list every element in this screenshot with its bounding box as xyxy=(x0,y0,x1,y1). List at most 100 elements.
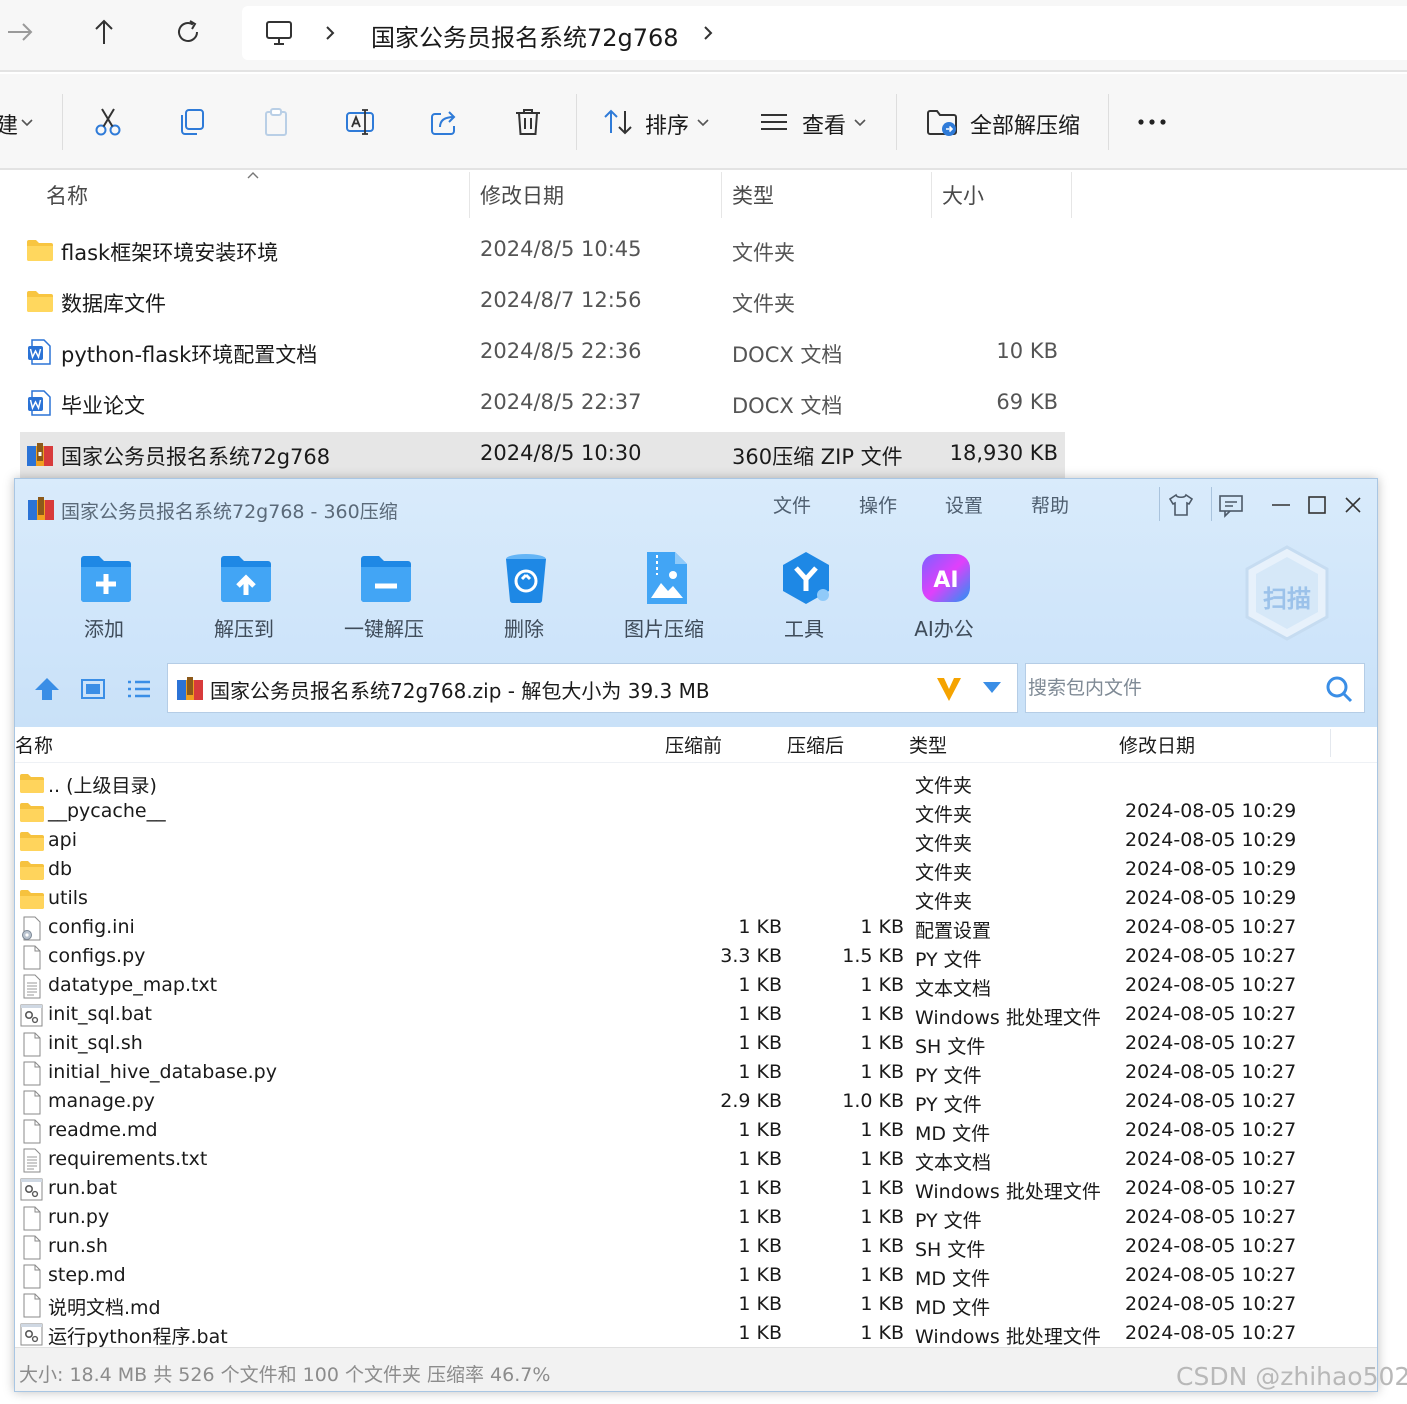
file-row[interactable]: python-flask环境配置文档 2024/8/5 22:36 DOCX 文… xyxy=(20,330,1065,376)
feedback-button[interactable] xyxy=(1213,487,1249,523)
archive-row[interactable]: 运行python程序.bat 1 KB 1 KB Windows 批处理文件 2024-… xyxy=(15,1320,1345,1349)
minimize-button[interactable] xyxy=(1263,487,1299,523)
archive-row[interactable]: init_sql.bat 1 KB 1 KB Windows 批处理文件 2024-08… xyxy=(15,1001,1345,1030)
rename-button[interactable] xyxy=(338,100,382,144)
archive-row-type: 文本文档 xyxy=(915,1152,992,1174)
column-divider[interactable] xyxy=(931,172,932,218)
file-row[interactable]: flask框架环境安装环境 2024/8/5 10:45 文件夹 xyxy=(20,228,1065,274)
thumbnail-view-button[interactable] xyxy=(79,675,107,703)
trash-icon xyxy=(516,109,540,135)
archive-row-after: 1 KB xyxy=(860,1177,904,1199)
column-divider[interactable] xyxy=(1071,172,1072,218)
archive-row[interactable]: initial_hive_database.py 1 KB 1 KB PY 文件 202… xyxy=(15,1059,1345,1088)
forward-button[interactable] xyxy=(0,12,40,52)
up-button[interactable] xyxy=(84,12,124,52)
column-divider[interactable] xyxy=(721,172,722,218)
copy-button[interactable] xyxy=(170,100,214,144)
column-type[interactable]: 类型 xyxy=(909,731,947,761)
paste-button[interactable] xyxy=(254,100,298,144)
column-name[interactable]: 名称 xyxy=(15,731,53,761)
one-click-extract-button[interactable]: 一键解压 xyxy=(324,549,444,649)
share-button[interactable] xyxy=(422,100,466,144)
archive-row[interactable]: readme.md 1 KB 1 KB MD 文件 2024-08-05 10:27 xyxy=(15,1117,1345,1146)
sort-button[interactable]: 排序 xyxy=(645,108,689,140)
menu-operation[interactable]: 操作 xyxy=(859,491,897,518)
archive-row[interactable]: config.ini 1 KB 1 KB 配置设置 2024-08-05 10:27 xyxy=(15,914,1345,943)
archive-row-modified: 2024-08-05 10:27 xyxy=(1125,1264,1297,1286)
folder-icon xyxy=(20,803,44,822)
column-modified[interactable]: 修改日期 xyxy=(1119,731,1195,761)
more-options-button[interactable] xyxy=(1130,100,1174,144)
archive-row[interactable]: configs.py 3.3 KB 1.5 KB PY 文件 2024-08-05 10… xyxy=(15,943,1345,972)
new-button-label[interactable]: 建 xyxy=(0,108,18,140)
view-button[interactable]: 查看 xyxy=(802,108,846,140)
file-row[interactable]: 毕业论文 2024/8/5 22:37 DOCX 文档 69 KB xyxy=(20,381,1065,427)
column-before-size[interactable]: 压缩前 xyxy=(665,731,722,761)
search-input[interactable] xyxy=(1026,664,1316,712)
extract-all-icon-wrap[interactable] xyxy=(920,100,964,144)
extract-all-button[interactable]: 全部解压缩 xyxy=(970,108,1080,140)
file-name: 国家公务员报名系统72g768 xyxy=(61,445,331,469)
archive-row[interactable]: run.bat 1 KB 1 KB Windows 批处理文件 2024-08-05 1… xyxy=(15,1175,1345,1204)
archive-row[interactable]: datatype_map.txt 1 KB 1 KB 文本文档 2024-08-05 1… xyxy=(15,972,1345,1001)
archive-row[interactable]: run.sh 1 KB 1 KB SH 文件 2024-08-05 10:27 xyxy=(15,1233,1345,1262)
scan-button[interactable]: 扫描 xyxy=(1239,543,1335,643)
breadcrumb[interactable]: 国家公务员报名系统72g768 xyxy=(242,6,1407,60)
file-modified: 2024/8/5 10:45 xyxy=(480,237,642,261)
archive-row-after: 1 KB xyxy=(860,1293,904,1315)
delete-button[interactable] xyxy=(506,100,550,144)
archive-row[interactable]: api 文件夹 2024-08-05 10:29 xyxy=(15,827,1345,856)
menu-help[interactable]: 帮助 xyxy=(1031,491,1069,518)
chevron-down-icon[interactable] xyxy=(696,118,710,128)
batch-file-icon xyxy=(20,1004,43,1027)
zip360-header: 国家公务员报名系统72g768 - 360压缩 文件 操作 设置 帮助 添加 解 xyxy=(15,479,1377,727)
column-modified[interactable]: 修改日期 xyxy=(480,172,564,218)
archive-row[interactable]: utils 文件夹 2024-08-05 10:29 xyxy=(15,885,1345,914)
list-view-button[interactable] xyxy=(125,675,153,703)
sort-icon-wrap[interactable] xyxy=(596,100,640,144)
archive-row[interactable]: init_sql.sh 1 KB 1 KB SH 文件 2024-08-05 10:27 xyxy=(15,1030,1345,1059)
file-size: 69 KB xyxy=(996,390,1058,414)
archive-row[interactable]: .. (上级目录) 文件夹 xyxy=(15,769,1345,798)
column-after-size[interactable]: 压缩后 xyxy=(787,731,844,761)
maximize-button[interactable] xyxy=(1299,487,1335,523)
archive-row[interactable]: step.md 1 KB 1 KB MD 文件 2024-08-05 10:27 xyxy=(15,1262,1345,1291)
tools-button[interactable]: 工具 xyxy=(744,549,864,649)
skin-button[interactable] xyxy=(1163,487,1199,523)
remove-button[interactable]: 删除 xyxy=(464,549,584,649)
extract-to-button[interactable]: 解压到 xyxy=(184,549,304,649)
column-divider[interactable] xyxy=(1330,729,1331,757)
refresh-button[interactable] xyxy=(168,12,208,52)
cut-button[interactable] xyxy=(86,100,130,144)
menu-file[interactable]: 文件 xyxy=(773,491,811,518)
image-compress-button[interactable]: 图片压缩 xyxy=(604,549,724,649)
archive-row[interactable]: manage.py 2.9 KB 1.0 KB PY 文件 2024-08-05 10:… xyxy=(15,1088,1345,1117)
column-divider[interactable] xyxy=(469,172,470,218)
ai-office-button[interactable]: AI AI办公 xyxy=(884,549,1004,649)
column-size[interactable]: 大小 xyxy=(942,172,984,218)
add-button[interactable]: 添加 xyxy=(44,549,164,649)
file-row[interactable]: 数据库文件 2024/8/7 12:56 文件夹 xyxy=(20,279,1065,325)
breadcrumb-current[interactable]: 国家公务员报名系统72g768 xyxy=(371,18,679,53)
archive-row[interactable]: __pycache__ 文件夹 2024-08-05 10:29 xyxy=(15,798,1345,827)
menu-settings[interactable]: 设置 xyxy=(945,491,983,518)
column-name[interactable]: 名称 xyxy=(46,172,88,218)
archive-path-bar[interactable]: 国家公务员报名系统72g768.zip - 解包大小为 39.3 MB xyxy=(167,663,1018,713)
archive-row-before: 1 KB xyxy=(738,1177,782,1199)
chevron-down-icon[interactable] xyxy=(20,118,34,128)
archive-row[interactable]: run.py 1 KB 1 KB PY 文件 2024-08-05 10:27 xyxy=(15,1204,1345,1233)
archive-row[interactable]: db 文件夹 2024-08-05 10:29 xyxy=(15,856,1345,885)
chevron-right-icon[interactable] xyxy=(700,24,716,42)
column-type[interactable]: 类型 xyxy=(732,172,774,218)
close-button[interactable] xyxy=(1335,487,1371,523)
dropdown-arrow-icon[interactable] xyxy=(982,681,1002,695)
archive-search-box[interactable] xyxy=(1025,663,1365,713)
chevron-down-icon[interactable] xyxy=(853,118,867,128)
archive-row[interactable]: requirements.txt 1 KB 1 KB 文本文档 2024-08-05 1… xyxy=(15,1146,1345,1175)
up-folder-button[interactable] xyxy=(33,675,61,703)
view-icon-wrap[interactable] xyxy=(752,100,796,144)
file-row-selected[interactable]: 国家公务员报名系统72g768 2024/8/5 10:30 360压缩 ZIP… xyxy=(20,432,1065,478)
archive-row[interactable]: 说明文档.md 1 KB 1 KB MD 文件 2024-08-05 10:27 xyxy=(15,1291,1345,1320)
v-logo-icon[interactable] xyxy=(934,674,964,704)
search-icon[interactable] xyxy=(1324,674,1354,704)
